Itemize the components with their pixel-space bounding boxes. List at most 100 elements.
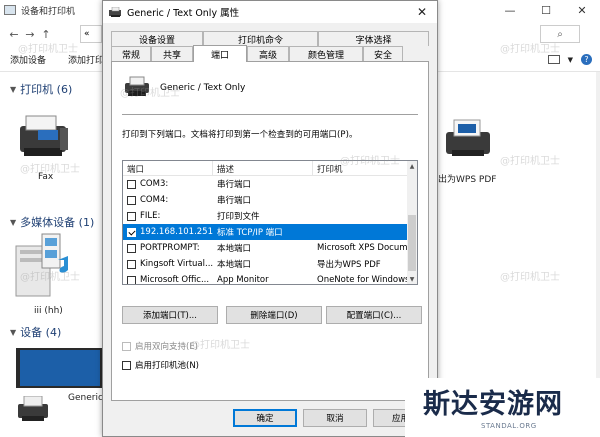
ok-button[interactable]: 确定 xyxy=(233,409,297,427)
dialog-titlebar[interactable]: Generic / Text Only 属性 xyxy=(103,1,437,23)
port-hint-text: 打印到下列端口。文档将打印到第一个检查到的可用端口(P)。 xyxy=(122,130,358,140)
dialog-close-button[interactable]: ✕ xyxy=(407,1,437,23)
view-icon[interactable] xyxy=(547,55,560,64)
ports-panel: Generic / Text Only 打印到下列端口。文档将打印到第一个检查到… xyxy=(111,61,429,401)
port-name: PORTPROMPT: xyxy=(140,243,200,253)
close-icon: ✕ xyxy=(416,5,428,19)
port-checkbox[interactable] xyxy=(127,227,136,237)
back-arrow-icon[interactable]: ← xyxy=(6,28,22,41)
printer-properties-dialog: Generic / Text Only 属性 ✕ 设备设置 打印机命令 字体选择… xyxy=(102,0,438,437)
scroll-up-icon[interactable]: ▲ xyxy=(407,161,417,171)
port-row[interactable]: 192.168.101.251 标准 TCP/IP 端口 xyxy=(123,224,409,240)
monitor-icon[interactable] xyxy=(14,348,104,392)
up-arrow-icon[interactable]: ↑ xyxy=(38,28,54,41)
section-printers[interactable]: ▼ 打印机 (6) xyxy=(10,81,72,97)
port-list[interactable]: 端口 描述 打印机 COM3: 串行端口 COM4: 串行端口 FILE: 打印到文件 19… xyxy=(122,160,418,285)
generic-label: Generic xyxy=(68,393,103,403)
media-device-label: iii (hh) xyxy=(34,306,63,316)
brand-name: 斯达安游网 xyxy=(423,389,563,420)
configure-port-button[interactable]: 配置端口(C)... xyxy=(326,306,422,324)
minimize-icon[interactable]: — xyxy=(492,0,528,20)
pdf-printer-icon[interactable] xyxy=(442,118,496,160)
port-row[interactable]: FILE: 打印到文件 xyxy=(123,208,409,224)
port-name: Microsoft Offic... xyxy=(140,275,210,285)
tab-color-management[interactable]: 颜色管理 xyxy=(289,46,363,61)
port-cell: 192.168.101.251 xyxy=(123,227,213,237)
port-row[interactable]: Microsoft Offic... App Monitor OneNote for… xyxy=(123,272,409,285)
forward-arrow-icon[interactable]: → xyxy=(22,28,38,41)
port-cell: FILE: xyxy=(123,211,213,221)
fax-icon[interactable] xyxy=(14,110,76,160)
tab-ports[interactable]: 端口 xyxy=(193,45,247,62)
port-description: 标准 TCP/IP 端口 xyxy=(217,228,283,238)
section-media[interactable]: ▼ 多媒体设备 (1) xyxy=(10,214,94,230)
generic-printer-icon[interactable] xyxy=(16,396,52,424)
add-port-button[interactable]: 添加端口(T)... xyxy=(122,306,218,324)
tab-device-settings[interactable]: 设备设置 xyxy=(111,31,203,46)
breadcrumb[interactable]: « xyxy=(80,25,102,43)
add-printer-button[interactable]: 添加打印 xyxy=(68,53,104,66)
port-row[interactable]: PORTPROMPT: 本地端口 Microsoft XPS Docum xyxy=(123,240,409,256)
port-checkbox[interactable] xyxy=(127,259,136,269)
chevron-down-icon: ▼ xyxy=(10,217,17,227)
port-list-header: 端口 描述 打印机 xyxy=(123,161,409,176)
port-description: 串行端口 xyxy=(217,196,252,206)
view-options: ▼ ? xyxy=(547,54,592,65)
tab-row-top: 设备设置 打印机命令 字体选择 xyxy=(111,31,429,46)
tab-font-selection[interactable]: 字体选择 xyxy=(318,31,429,46)
add-device-button[interactable]: 添加设备 xyxy=(10,53,46,66)
port-checkbox[interactable] xyxy=(127,211,136,221)
cancel-button[interactable]: 取消 xyxy=(303,409,367,427)
dropdown-chevron-icon[interactable]: ▼ xyxy=(568,56,573,64)
port-name: Kingsoft Virtual... xyxy=(140,259,213,269)
devices-folder-icon xyxy=(4,5,16,15)
column-printer[interactable]: 打印机 xyxy=(313,161,409,176)
port-row[interactable]: Kingsoft Virtual... 本地端口 导出为WPS PDF xyxy=(123,256,409,272)
port-description: 本地端口 xyxy=(217,244,252,254)
scroll-down-icon[interactable]: ▼ xyxy=(407,274,417,284)
column-description[interactable]: 描述 xyxy=(213,161,313,176)
chevron-down-icon: ▼ xyxy=(10,84,17,94)
brand-url: STANDAL.ORG xyxy=(481,422,537,430)
breadcrumb-overflow: « xyxy=(84,29,90,39)
port-checkbox[interactable] xyxy=(127,195,136,205)
port-checkbox[interactable] xyxy=(127,243,136,253)
maximize-icon[interactable]: ☐ xyxy=(528,0,564,20)
bg-window-controls: — ☐ ✕ xyxy=(492,0,600,20)
pooling-checkbox[interactable] xyxy=(122,360,131,370)
wps-pdf-label: 出为WPS PDF xyxy=(438,175,497,185)
port-row[interactable]: COM3: 串行端口 xyxy=(123,176,409,192)
printer-name: Generic / Text Only xyxy=(160,83,246,93)
column-port[interactable]: 端口 xyxy=(123,161,213,176)
port-description: 本地端口 xyxy=(217,260,252,270)
tab-printer-commands[interactable]: 打印机命令 xyxy=(203,31,318,46)
tab-general[interactable]: 常规 xyxy=(111,46,151,61)
bidirectional-checkbox xyxy=(122,341,131,351)
port-name: 192.168.101.251 xyxy=(140,227,213,237)
port-checkbox[interactable] xyxy=(127,179,136,189)
chevron-down-icon: ▼ xyxy=(10,327,17,337)
port-checkbox[interactable] xyxy=(127,275,136,284)
dialog-title: Generic / Text Only 属性 xyxy=(127,8,240,19)
section-devices[interactable]: ▼ 设备 (4) xyxy=(10,324,61,340)
port-name: COM3: xyxy=(140,179,169,189)
delete-port-button[interactable]: 删除端口(D) xyxy=(226,306,322,324)
port-cell: Kingsoft Virtual... xyxy=(123,259,213,269)
port-list-scrollbar[interactable]: ▲ ▼ xyxy=(407,161,417,284)
help-icon[interactable]: ? xyxy=(581,54,592,65)
bidirectional-option: 启用双向支持(E) xyxy=(122,340,198,352)
media-device-icon[interactable] xyxy=(12,232,76,298)
port-cell: COM4: xyxy=(123,195,213,205)
port-cell: Microsoft Offic... xyxy=(123,275,213,285)
bidirectional-label: 启用双向支持(E) xyxy=(135,342,199,352)
tab-security[interactable]: 安全 xyxy=(363,46,403,61)
tab-advanced[interactable]: 高级 xyxy=(247,46,289,61)
port-printer: OneNote for Windows xyxy=(317,275,409,285)
tab-sharing[interactable]: 共享 xyxy=(151,46,193,61)
port-row[interactable]: COM4: 串行端口 xyxy=(123,192,409,208)
search-input[interactable]: ⌕ xyxy=(540,25,580,43)
close-icon[interactable]: ✕ xyxy=(564,0,600,20)
scrollbar-thumb[interactable] xyxy=(408,215,416,271)
pooling-option[interactable]: 启用打印机池(N) xyxy=(122,359,199,371)
printer-icon xyxy=(109,7,121,17)
